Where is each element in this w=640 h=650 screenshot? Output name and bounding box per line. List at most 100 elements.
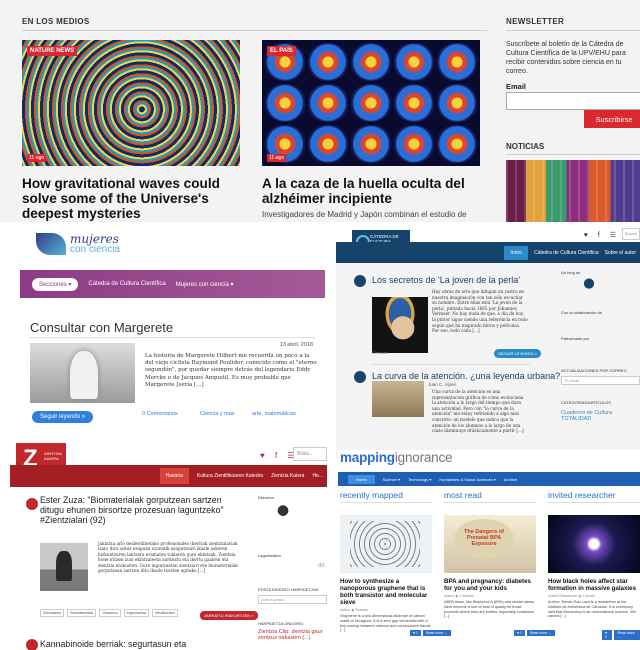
subscribe-button[interactable]: Suscribirse [584,110,640,128]
divider [30,337,315,338]
sidebar-label: Ekimena [258,495,274,500]
read-more-button[interactable]: Read more → [527,630,555,636]
university-logo[interactable] [575,278,603,292]
logo-text: mujeres [70,231,119,246]
galaxy-image[interactable] [548,515,640,573]
tag[interactable]: Biomaterialak [67,609,97,617]
article-column: recently mapped How to synthesize a nano… [340,490,432,633]
university-logo[interactable] [268,505,298,519]
nav-item-home[interactable]: Inicio [504,245,529,260]
category-link[interactable]: Ciencia y más [200,411,235,417]
sidebar-link[interactable]: Cuaderno de Cultura TOTALIDAD [561,410,640,422]
post-excerpt: Una curva de la atención es una represen… [432,389,524,434]
news-card[interactable]: EL PAÍS 11-ago A la caza de la huella oc… [262,40,480,219]
pearl-earring-image[interactable] [372,297,428,353]
mujeres-con-ciencia-panel: mujeres con ciencia Secciones ▾ Cátedra … [20,225,325,434]
post-category[interactable]: Ciencias [372,350,387,355]
nav-item[interactable]: Technology ▾ [408,477,431,482]
search-input[interactable]: Bilatu... [293,447,327,461]
post-title-link[interactable]: La curva de la atención. ¿una leyenda ur… [372,371,560,381]
image-sign-text: The Dangers of Prenatal BPA Exposure [454,519,514,559]
email-input[interactable] [506,92,640,110]
post-excerpt: Hay obras de arte que dibujan un rastro … [432,289,528,334]
cultura-cientifica-panel: CÁTEDRA DE CULTURA CIENTÍFICA ♥ f ☰ Busc… [336,225,640,458]
noticias-image[interactable] [506,160,640,222]
sidebar-link[interactable]: Zientzia Clip: zientzia gaur zentzuz ira… [258,629,327,641]
nav-item[interactable]: Archive [504,477,517,482]
post-author[interactable]: Juan C. Alperi [428,382,456,387]
logo-text: ZIENTZIA KAIERA [44,451,62,461]
post-title-link[interactable]: Kannabinoide berriak: segurtasun eta [40,639,240,649]
site-logo[interactable]: mappingignorance [340,450,453,465]
search-input[interactable]: Buscar [622,228,640,240]
article-title-link[interactable]: How to synthesize a nanoporous graphene … [340,578,432,606]
post-title-link[interactable]: Consultar con Margerete [30,320,173,335]
nav-item[interactable]: Sobre el autor [605,250,636,256]
post-excerpt: La historia de Margerete Hilbert me recu… [145,353,317,388]
article-title-link[interactable]: BPA and pregnancy: diabetes for you and … [444,578,536,592]
classroom-image[interactable] [372,381,424,417]
article-excerpt: ABPA these, like Bisphenol A (BPA) and s… [444,600,535,619]
read-more-button[interactable]: Seguir leyendo » [32,411,94,423]
read-more-button[interactable]: Read more → [423,630,451,636]
sidebar-label: HARPIDETZA ONDORIO [258,621,304,626]
author-avatar[interactable] [354,275,366,287]
social-icons[interactable]: ♥ f ☰ [584,231,620,239]
author-avatar[interactable] [354,371,366,383]
nav-item[interactable]: Mujeres con ciencia ▾ [176,281,234,288]
logo-text: ignorance [394,450,453,465]
bpa-image[interactable]: The Dangers of Prenatal BPA Exposure [444,515,536,573]
sidebar-mark: dir [318,563,325,569]
sidebar-label: Un blog de [561,270,581,275]
news-headline-link[interactable]: A la caza de la huella oculta del alzhéi… [262,176,480,206]
likes-button[interactable]: ♥ 1 [602,630,613,640]
email-input[interactable]: Tu email [561,376,640,385]
read-more-button[interactable]: Read more → [614,630,640,640]
post-title-link[interactable]: Los secretos de 'La joven de la perla' [372,275,520,285]
tag[interactable]: Osasuna [99,609,121,617]
site-logo[interactable]: mujeres con ciencia [36,233,120,255]
tag[interactable]: Medikuntza [152,609,178,617]
nav-item[interactable]: Zientzia Kaiera [271,473,304,479]
graphene-image[interactable] [340,515,432,573]
nav-item-home[interactable]: Home [348,474,375,484]
likes-button[interactable]: ♥ 1 [514,630,525,636]
post-image[interactable] [40,543,88,591]
nav-item[interactable]: Kultura Zientifikoaren Katedra [197,473,263,479]
article-column: most read The Dangers of Prenatal BPA Ex… [444,490,536,619]
column-heading: invited researcher [548,490,640,503]
nav-bar: Inicio Cátedra de Cultura Científica Sob… [336,242,640,263]
mapping-ignorance-panel: mappingignorance Home Science ▾ Technolo… [338,450,640,650]
nav-item-home[interactable]: Hasiera [159,468,189,484]
divider [372,364,530,365]
email-input[interactable]: Zure e-posta [258,595,327,604]
nav-item[interactable]: Cátedra de Cultura Científica [88,281,165,287]
likes-button[interactable]: ♥ 1 [410,630,421,636]
news-card[interactable]: NATURE NEWS 11-ago How gravitational wav… [22,40,240,221]
nav-item[interactable]: He... [312,473,323,479]
nav-item[interactable]: Cátedra de Cultura Científica [534,250,598,256]
post-title-link[interactable]: Ester Zuza: "Biomaterialak gorputzean sa… [40,495,240,525]
logo-mark-icon [36,233,66,255]
tag[interactable]: Zientzialari [40,609,65,617]
author-avatar[interactable] [26,498,38,510]
sidebar-label: Patrocinado por [561,336,590,341]
news-thumbnail[interactable]: NATURE NEWS 11-ago [22,40,240,166]
comments-link[interactable]: 0 Comentarios [142,411,178,417]
nav-item[interactable]: Science ▾ [383,477,400,482]
read-more-button[interactable]: JARRAITU IRAKURTZEN » [200,611,258,620]
read-more-button[interactable]: SEGUIR LEYENDO » [494,349,541,358]
article-excerpt: Author: Tomás Ruiz Lara is a researcher … [548,600,636,619]
article-title-link[interactable]: How black holes affect star formation in… [548,578,640,592]
post-image[interactable] [30,343,135,403]
article-column: invited researcher How black holes affec… [548,490,640,619]
author-avatar[interactable] [26,639,38,650]
article-meta: Invited Researcher ◉ 1 month [548,594,596,598]
sections-dropdown[interactable]: Secciones ▾ [32,277,79,291]
news-headline-link[interactable]: How gravitational waves could solve some… [22,176,240,221]
nav-item[interactable]: Humanities & Social Sciences ▾ [439,477,495,482]
news-thumbnail[interactable]: EL PAÍS 11-ago [262,40,480,166]
tags-link[interactable]: arte, matemáticas [252,411,296,417]
email-label: Email [506,82,527,91]
tag[interactable]: Ingeniaritza [123,609,150,617]
